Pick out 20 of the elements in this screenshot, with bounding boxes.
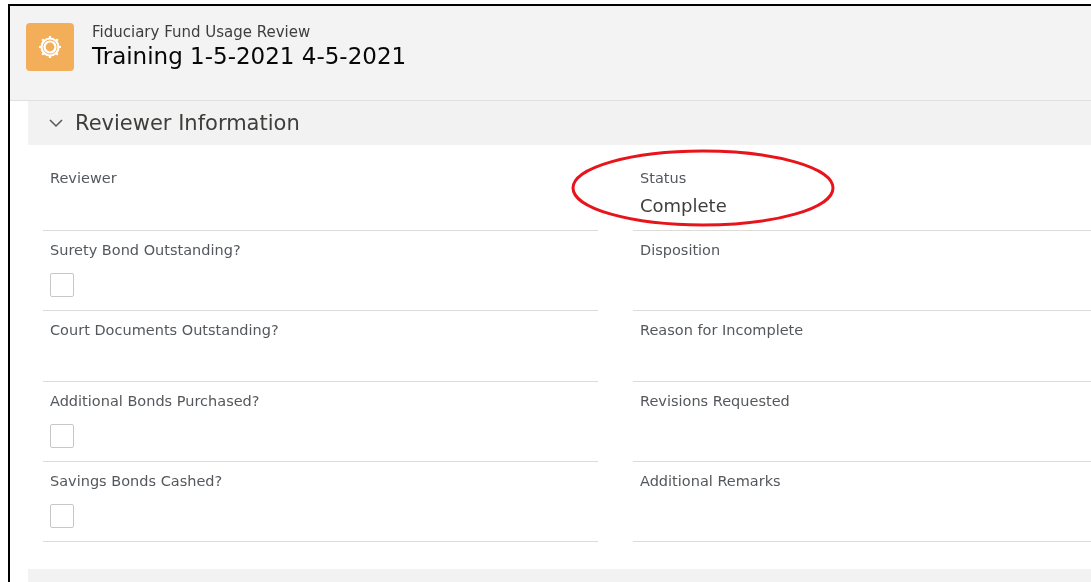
field-label: Status (640, 169, 687, 187)
field-label: Court Documents Outstanding? (50, 321, 279, 339)
checkbox[interactable] (50, 273, 74, 297)
checkbox[interactable] (50, 504, 74, 528)
chevron-icon (49, 116, 63, 130)
object-type-label: Fiduciary Fund Usage Review (92, 23, 312, 41)
field-label: Disposition (640, 241, 721, 259)
checkbox[interactable] (50, 424, 74, 448)
field-label: Reason for Incomplete (640, 321, 804, 339)
field-label: Surety Bond Outstanding? (50, 241, 241, 259)
field-label: Revisions Requested (640, 392, 790, 410)
section-header[interactable]: Reviewer Information (28, 101, 1091, 145)
field-label: Reviewer (50, 169, 117, 187)
gear-icon (26, 23, 74, 71)
section-title: Reviewer Information (75, 111, 300, 135)
field-label: Additional Bonds Purchased? (50, 392, 260, 410)
field-label: Additional Remarks (640, 472, 781, 490)
field-value: Complete (640, 195, 727, 216)
record-title: Training 1-5-2021 4-5-2021 (92, 42, 407, 71)
field-label: Savings Bonds Cashed? (50, 472, 223, 490)
